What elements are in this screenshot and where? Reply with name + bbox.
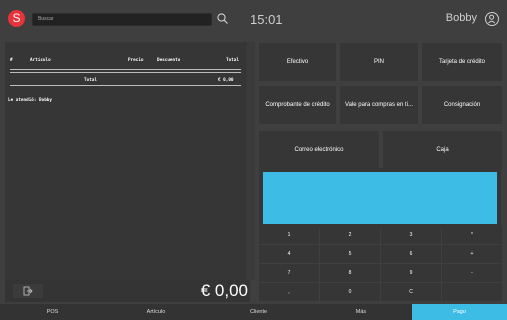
key-6[interactable]: 6 [381,245,441,263]
tab-customer[interactable]: Cliente [207,304,310,320]
key-minus[interactable]: - [442,264,502,282]
key-1[interactable]: 1 [259,226,319,244]
tab-article[interactable]: Artículo [105,304,207,320]
divider [10,85,241,86]
col-number: # [10,58,13,63]
pay-email-button[interactable]: Correo electrónico [259,131,379,169]
search-input[interactable]: Buscar [32,13,212,26]
clock: 15:01 [250,12,283,27]
total-amount: € 0,00 [200,281,248,300]
pay-credit-card-button[interactable]: Tarjeta de crédito [422,43,502,81]
receipt-header: # Artículo Precio Descuento Total [10,58,240,68]
divider [10,69,241,70]
key-multiply[interactable]: * [442,226,502,244]
col-price: Precio [128,58,144,63]
amount-display[interactable] [263,172,497,224]
app-logo[interactable]: S [8,10,25,27]
tab-pos[interactable]: POS [0,304,105,320]
col-total: Total [226,58,239,63]
key-0[interactable]: 0 [320,283,380,301]
key-plus[interactable]: + [442,245,502,263]
search-icon[interactable] [216,12,230,26]
receipt-total-value: € 0,00 [218,78,234,83]
key-8[interactable]: 8 [320,264,380,282]
key-9[interactable]: 9 [381,264,441,282]
key-5[interactable]: 5 [320,245,380,263]
divider [10,72,241,73]
exit-icon [23,286,33,296]
key-comma[interactable]: , [259,283,319,301]
receipt-panel: # Artículo Precio Descuento Total Total … [5,42,245,280]
key-clear[interactable]: C [381,283,441,301]
pay-cash-drawer-button[interactable]: Caja [383,131,502,169]
top-bar: S Buscar 15:01 Bobby [0,0,507,38]
key-3[interactable]: 3 [381,226,441,244]
pay-pin-button[interactable]: PIN [340,43,418,81]
col-discount: Descuento [157,58,181,63]
served-by: Le atendió: Bobby [8,98,52,103]
tab-payment[interactable]: Pago [412,304,507,320]
bottom-nav: POS Artículo Cliente Más Pago [0,304,507,320]
user-icon[interactable] [485,12,499,26]
user-name[interactable]: Bobby [446,12,477,24]
key-2[interactable]: 2 [320,226,380,244]
pay-credit-voucher-button[interactable]: Comprobante de crédito [259,86,336,124]
receipt-scrollbar[interactable] [245,42,255,280]
pay-consignment-button[interactable]: Consignación [422,86,502,124]
pay-store-voucher-button[interactable]: Vale para compras en ti... [340,86,418,124]
pay-cash-button[interactable]: Efectivo [259,43,336,81]
total-bar: € 0,00 [5,280,250,302]
key-7[interactable]: 7 [259,264,319,282]
col-article: Artículo [30,58,51,63]
key-blank[interactable] [442,283,502,301]
logout-button[interactable] [13,284,43,298]
tab-more[interactable]: Más [310,304,412,320]
receipt-total-label: Total [84,78,97,83]
key-4[interactable]: 4 [259,245,319,263]
